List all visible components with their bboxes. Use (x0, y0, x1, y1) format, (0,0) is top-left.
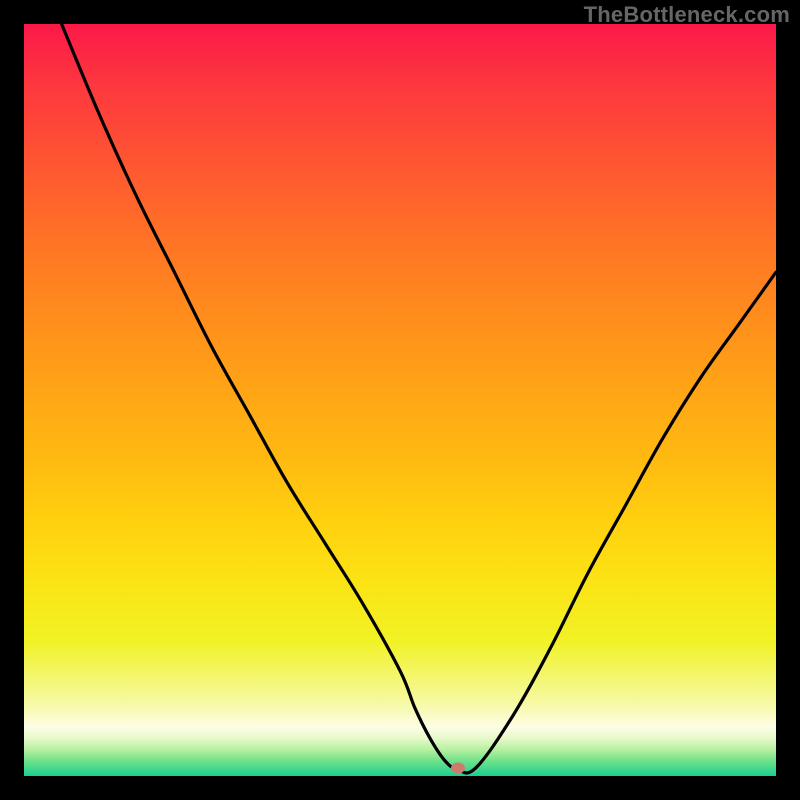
chart-container: TheBottleneck.com (0, 0, 800, 800)
optimum-marker-icon (451, 762, 465, 773)
bottleneck-curve (24, 24, 776, 776)
watermark-text: TheBottleneck.com (584, 2, 790, 28)
plot-area (24, 24, 776, 776)
